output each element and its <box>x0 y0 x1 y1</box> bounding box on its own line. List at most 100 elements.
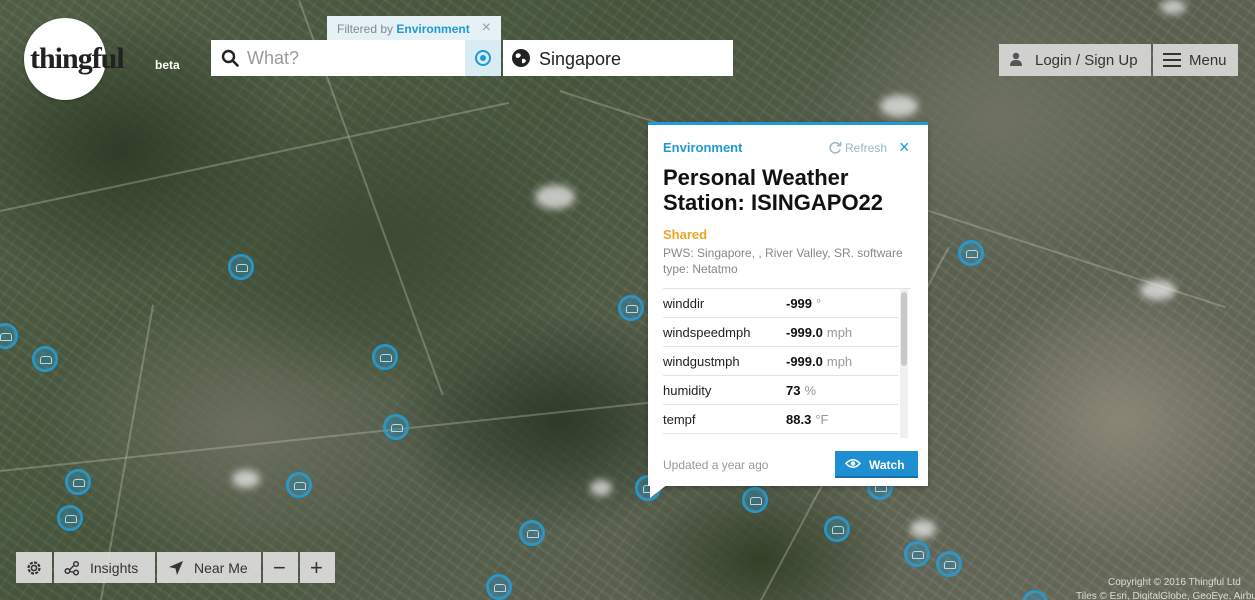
zoom-out-button[interactable]: − <box>263 552 298 583</box>
hamburger-icon <box>1163 53 1181 67</box>
menu-button[interactable]: Menu <box>1153 44 1238 76</box>
refresh-button[interactable]: Refresh <box>829 141 887 155</box>
map-marker[interactable] <box>32 346 58 372</box>
map-cloud <box>1140 280 1176 300</box>
reading-value: 88.3 <box>786 412 812 427</box>
insights-label: Insights <box>90 560 139 576</box>
readings-scrollbar[interactable] <box>901 292 907 366</box>
zoom-in-button[interactable]: + <box>300 552 335 583</box>
search-icon <box>221 49 239 67</box>
zoom-out-label: − <box>273 555 286 580</box>
filter-prefix: Filtered by <box>337 22 394 36</box>
reading-unit: ° <box>816 296 822 311</box>
map-marker[interactable] <box>1022 590 1048 600</box>
map-cloud <box>590 480 612 496</box>
map-cloud <box>910 520 936 538</box>
filter-value: Environment <box>396 22 470 36</box>
reading-key: winddir <box>663 296 705 311</box>
reading-row: windspeedmph -999.0 mph <box>663 318 898 347</box>
reading-row: winddir -999 ° <box>663 289 898 318</box>
reading-value: -999.0 <box>786 354 823 369</box>
popup-title: Personal Weather Station: ISINGAPO22 <box>663 165 884 215</box>
filter-close-button[interactable]: × <box>482 19 491 37</box>
reading-value: -999.0 <box>786 325 823 340</box>
map-road <box>0 101 510 212</box>
map-marker[interactable] <box>286 472 312 498</box>
target-icon <box>475 50 491 66</box>
map-marker[interactable] <box>0 323 18 349</box>
popup-close-button[interactable]: × <box>899 137 910 158</box>
copyright-text: Copyright © 2016 Thingful Ltd <box>1108 577 1241 588</box>
login-label: Login / Sign Up <box>1035 52 1138 69</box>
reading-value-group: -999.0 mph <box>786 354 852 369</box>
popup-pointer <box>650 484 668 498</box>
reading-key: windgustmph <box>663 354 740 369</box>
map-road <box>0 398 677 472</box>
tiles-attribution: Tiles © Esri, DigitalGlobe, GeoEye, Airb… <box>1076 591 1255 600</box>
map-marker[interactable] <box>742 487 768 513</box>
reading-value-group: 73% <box>786 383 816 398</box>
updated-timestamp: Updated a year ago <box>663 458 769 472</box>
globe-icon <box>512 49 530 67</box>
refresh-label: Refresh <box>845 141 888 155</box>
map-marker[interactable] <box>383 414 409 440</box>
map-marker[interactable] <box>372 344 398 370</box>
reading-unit: mph <box>826 325 853 340</box>
reading-value-group: -999 ° <box>786 296 821 311</box>
settings-button[interactable] <box>16 552 52 583</box>
location-text: Singapore <box>539 49 622 69</box>
popup-category: Environment <box>663 140 743 155</box>
beta-badge: beta <box>155 58 180 72</box>
watch-label: Watch <box>869 458 905 472</box>
filter-tag: Filtered by Environment × <box>327 16 501 40</box>
map-marker[interactable] <box>486 574 512 600</box>
map-canvas[interactable] <box>0 0 1255 600</box>
status-badge: Shared <box>663 227 708 242</box>
map-marker[interactable] <box>824 516 850 542</box>
map-marker[interactable] <box>519 520 545 546</box>
map-marker[interactable] <box>228 254 254 280</box>
user-icon <box>1010 52 1022 66</box>
map-marker[interactable] <box>618 295 644 321</box>
reading-value-group: 88.3 °F <box>786 412 828 427</box>
reading-unit: °F <box>815 412 829 427</box>
map-marker[interactable] <box>65 469 91 495</box>
popup-description: PWS: Singapore, , River Valley, SR. soft… <box>663 246 903 276</box>
reading-value: 73 <box>786 383 801 398</box>
eye-icon <box>845 458 861 469</box>
map-marker[interactable] <box>57 505 83 531</box>
near-me-button[interactable]: Near Me <box>157 552 261 583</box>
gear-icon <box>27 561 41 575</box>
reading-row: humidity 73% <box>663 376 898 405</box>
insights-button[interactable]: Insights <box>54 552 155 583</box>
logo-text: thingful <box>30 42 125 75</box>
map-marker[interactable] <box>936 551 962 577</box>
reading-unit: % <box>804 383 817 398</box>
search-box <box>211 40 465 76</box>
map-cloud <box>232 470 260 488</box>
watch-button[interactable]: Watch <box>835 451 918 478</box>
reading-key: windspeedmph <box>663 325 751 340</box>
zoom-in-label: + <box>310 555 323 580</box>
thing-popup: Environment Refresh × Personal Weather S… <box>648 122 928 486</box>
share-nodes-icon <box>64 560 80 576</box>
reading-unit: mph <box>826 354 853 369</box>
reading-value-group: -999.0 mph <box>786 325 852 340</box>
reading-value: -999 <box>786 296 813 311</box>
readings-list: winddir -999 ° windspeedmph -999.0 mph win… <box>663 288 911 438</box>
refresh-icon <box>829 141 842 154</box>
location-arrow-icon <box>169 561 183 575</box>
map-cloud <box>535 185 575 209</box>
menu-label: Menu <box>1189 52 1227 69</box>
map-marker[interactable] <box>958 240 984 266</box>
map-cloud <box>880 95 918 117</box>
map-marker[interactable] <box>904 541 930 567</box>
location-field[interactable]: Singapore <box>503 40 733 76</box>
reading-key: humidity <box>663 383 712 398</box>
reading-row: windgustmph -999.0 mph <box>663 347 898 376</box>
search-input[interactable] <box>247 40 457 76</box>
locate-button[interactable] <box>465 40 501 76</box>
reading-row: tempf 88.3 °F <box>663 405 898 434</box>
login-signup-button[interactable]: Login / Sign Up <box>999 44 1151 76</box>
near-me-label: Near Me <box>194 560 248 576</box>
